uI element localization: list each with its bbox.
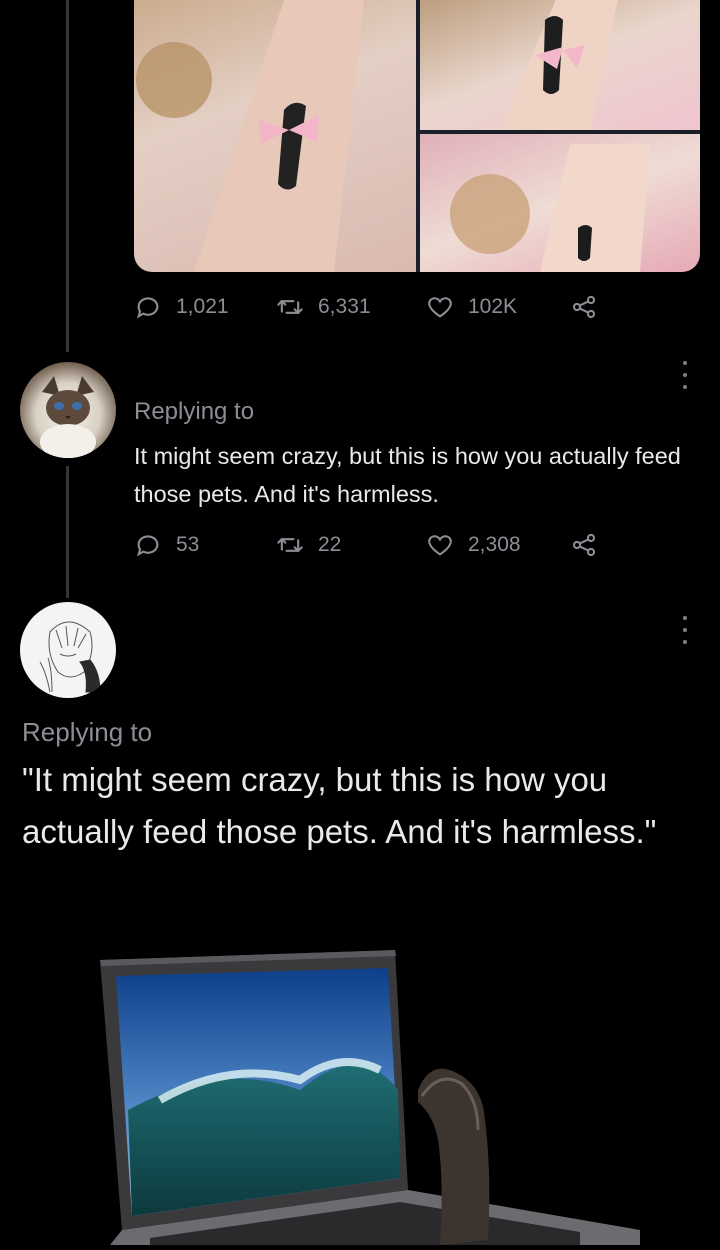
speech-bubble-icon <box>136 297 159 319</box>
like-action[interactable]: 2,308 <box>426 528 521 562</box>
tweet-action-bar: 1,021 6,331 102K <box>134 290 614 324</box>
reply1-text: It might seem crazy, but this is how you… <box>134 443 681 507</box>
reply-action[interactable]: 1,021 <box>134 290 229 324</box>
like-count: 102K <box>468 295 518 318</box>
reply-count: 53 <box>176 533 200 556</box>
thread-line-middle <box>66 466 69 598</box>
reply2-text: "It might seem crazy, but this is how yo… <box>22 761 657 850</box>
replying-to-label: Replying to <box>134 398 255 425</box>
reply-count: 1,021 <box>176 295 229 318</box>
retweet-action[interactable]: 6,331 <box>276 290 371 324</box>
reply2-media-image[interactable] <box>0 940 720 1245</box>
replying-to-label-2: Replying to <box>22 717 153 747</box>
share-icon <box>572 295 596 319</box>
retweet-count: 22 <box>318 533 342 556</box>
more-options-icon <box>683 616 687 620</box>
reply1-action-bar: 53 22 2,308 <box>134 528 614 562</box>
retweet-action[interactable]: 22 <box>276 528 341 562</box>
media-image-bottom-right[interactable] <box>420 134 700 272</box>
like-action[interactable]: 102K <box>426 290 517 324</box>
more-options-button-reply2[interactable] <box>676 616 694 644</box>
more-options-icon <box>683 361 687 365</box>
reply-action[interactable]: 53 <box>134 528 199 562</box>
thread-line-top <box>66 0 69 352</box>
more-options-button-reply1[interactable] <box>676 361 694 389</box>
retweet-icon <box>277 300 303 314</box>
retweet-count: 6,331 <box>318 295 371 318</box>
share-action[interactable] <box>570 528 612 562</box>
heart-icon <box>428 535 452 556</box>
avatar-manga-sketch[interactable] <box>20 602 116 698</box>
share-icon <box>572 533 596 557</box>
tweet-media-collage[interactable] <box>134 0 700 272</box>
share-action[interactable] <box>570 290 612 324</box>
media-image-left[interactable] <box>134 0 416 272</box>
like-count: 2,308 <box>468 533 521 556</box>
avatar-cat[interactable] <box>20 362 116 458</box>
heart-icon <box>428 297 452 318</box>
retweet-icon <box>277 538 303 552</box>
media-image-top-right[interactable] <box>420 0 700 130</box>
speech-bubble-icon <box>136 535 159 557</box>
